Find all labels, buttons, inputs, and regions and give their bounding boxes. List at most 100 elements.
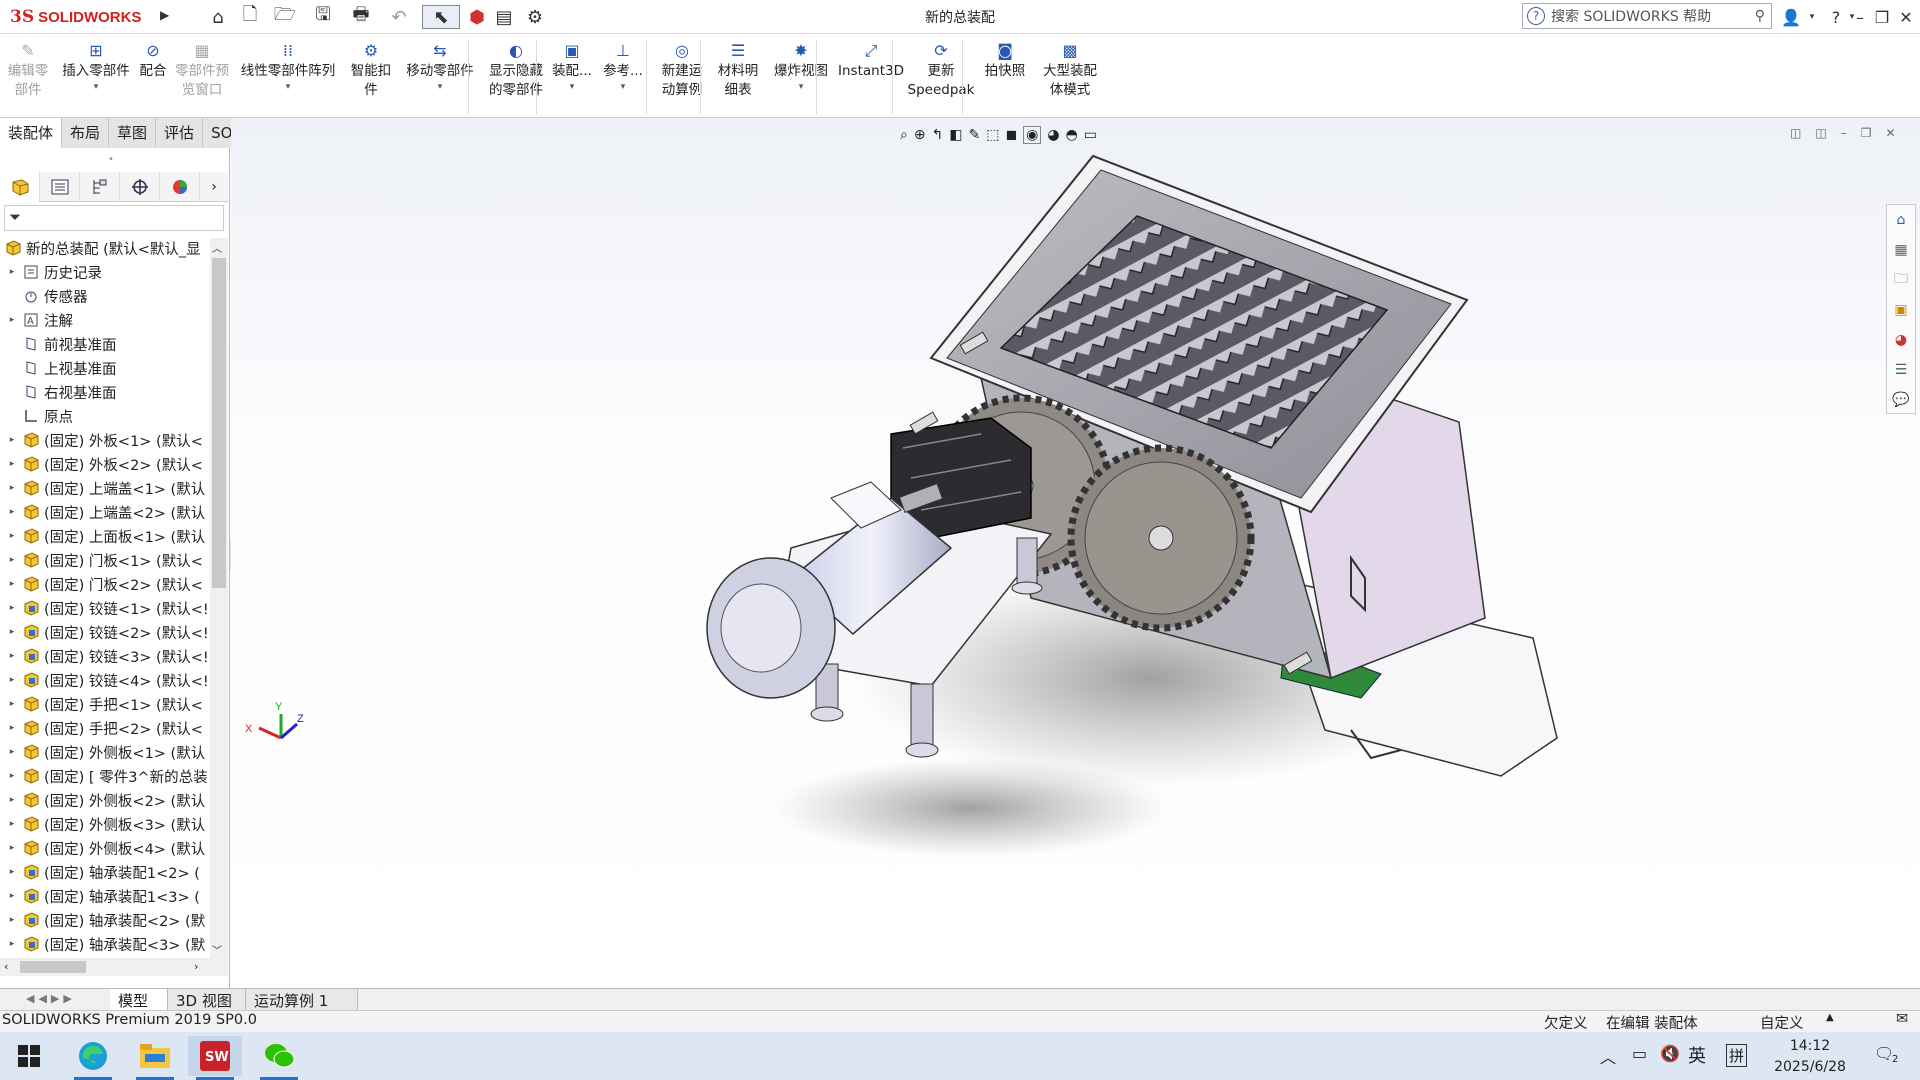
section-view-icon[interactable]: ◧ bbox=[949, 127, 962, 143]
minimize-icon[interactable]: – bbox=[1848, 5, 1872, 29]
tree-item[interactable]: ▸ (固定) 铰链<1> (默认<! bbox=[0, 596, 210, 620]
scroll-down-icon[interactable]: ﹀ bbox=[212, 942, 222, 957]
expand-arrow-icon[interactable]: ▸ bbox=[6, 435, 18, 445]
units-selector[interactable]: 自定义 bbox=[1760, 1012, 1804, 1033]
panel-grip-icon[interactable]: • bbox=[108, 154, 114, 165]
panel-tabs-more-icon[interactable]: › bbox=[200, 172, 228, 202]
dropdown-arrow-icon[interactable]: ▾ bbox=[94, 81, 99, 93]
ribbon-button-2[interactable]: ⊞ 插入零部件 ▾ bbox=[58, 40, 134, 93]
feature-manager-tab-icon[interactable] bbox=[0, 172, 40, 202]
configuration-manager-tab-icon[interactable] bbox=[80, 172, 120, 202]
home-icon[interactable]: ⌂ bbox=[206, 5, 230, 29]
ribbon-button-4[interactable]: ▦ 零部件预 览窗口 bbox=[172, 40, 232, 100]
tile-right-icon[interactable]: ◫ bbox=[1815, 126, 1826, 140]
ime-mode[interactable]: 拼 bbox=[1726, 1044, 1748, 1067]
tree-item[interactable]: ▸ (固定) 铰链<3> (默认<! bbox=[0, 644, 210, 668]
ribbon-button-7[interactable]: ⇆ 移动零部件 ▾ bbox=[398, 40, 482, 93]
expand-arrow-icon[interactable]: ▸ bbox=[6, 939, 18, 949]
tab-scroll-arrows-icon[interactable]: ◀◀▶▶ bbox=[26, 992, 76, 1005]
tree-item[interactable]: ▸ (固定) 上面板<1> (默认 bbox=[0, 524, 210, 548]
horizontal-scroll-thumb[interactable] bbox=[20, 961, 86, 973]
ribbon-button-14[interactable]: ⤢ Instant3D bbox=[836, 40, 906, 81]
edit-appearance-icon[interactable]: ◕ bbox=[1047, 127, 1059, 143]
expand-arrow-icon[interactable]: ▸ bbox=[6, 267, 18, 277]
ribbon-button-9[interactable]: ▣ 装配... ▾ bbox=[550, 40, 594, 93]
save-icon[interactable]: 🖫 bbox=[308, 4, 338, 29]
select-icon[interactable]: ⬉ bbox=[422, 5, 460, 29]
bottom-tab-2[interactable]: 3D 视图 bbox=[168, 989, 246, 1011]
graphics-area[interactable]: X Y Z bbox=[231, 118, 1920, 988]
tree-item[interactable]: ▸ (固定) 上端盖<2> (默认 bbox=[0, 500, 210, 524]
view-palette-icon[interactable]: ▣ bbox=[1887, 295, 1915, 325]
tree-item[interactable]: ▸ (固定) 外板<1> (默认< bbox=[0, 428, 210, 452]
expand-arrow-icon[interactable]: ▸ bbox=[6, 795, 18, 805]
apply-scene-icon[interactable]: ◓ bbox=[1066, 127, 1078, 143]
dimxpert-tab-icon[interactable] bbox=[120, 172, 160, 202]
dropdown-arrow-icon[interactable]: ▾ bbox=[570, 81, 575, 93]
hide-show-items-icon[interactable]: ◉ bbox=[1023, 126, 1042, 144]
display-style-icon[interactable]: ◼ bbox=[1006, 127, 1018, 143]
tree-item[interactable]: ▸ (固定) 轴承装配1<2> ( bbox=[0, 860, 210, 884]
file-explorer-taskbar-icon[interactable] bbox=[128, 1036, 182, 1080]
open-document-icon[interactable]: 🗁 bbox=[270, 4, 300, 29]
expand-arrow-icon[interactable]: ▸ bbox=[6, 843, 18, 853]
previous-view-icon[interactable]: ↰ bbox=[932, 127, 944, 143]
dropdown-arrow-icon[interactable]: ▾ bbox=[438, 81, 443, 93]
display-manager-tab-icon[interactable] bbox=[160, 172, 200, 202]
ribbon-button-10[interactable]: ⊥ 参考... ▾ bbox=[598, 40, 648, 93]
close-icon[interactable]: ✕ bbox=[1894, 5, 1918, 29]
tab-4[interactable]: 评估 bbox=[156, 118, 204, 148]
search-icon[interactable]: ⚲ bbox=[1755, 8, 1765, 24]
edge-browser-icon[interactable] bbox=[66, 1036, 120, 1080]
tree-item[interactable]: ▸ (固定) 外侧板<3> (默认 bbox=[0, 812, 210, 836]
forum-icon[interactable]: 💬 bbox=[1887, 385, 1915, 415]
design-library-icon[interactable]: ▦ bbox=[1887, 235, 1915, 265]
expand-arrow-icon[interactable]: ▸ bbox=[6, 771, 18, 781]
tile-left-icon[interactable]: ◫ bbox=[1790, 126, 1801, 140]
tree-item[interactable]: ▸ 历史记录 bbox=[0, 260, 210, 284]
view-settings-icon[interactable]: ▭ bbox=[1084, 127, 1097, 143]
tab-3[interactable]: 草图 bbox=[109, 118, 157, 148]
expand-arrow-icon[interactable]: ▸ bbox=[6, 315, 18, 325]
view-orientation-icon[interactable]: ⬚ bbox=[986, 127, 999, 143]
user-dropdown-icon[interactable]: ▾ bbox=[1806, 5, 1818, 29]
dropdown-arrow-icon[interactable]: ▾ bbox=[621, 81, 626, 93]
tree-item[interactable]: ▸ (固定) 外侧板<4> (默认 bbox=[0, 836, 210, 860]
resources-home-icon[interactable]: ⌂ bbox=[1887, 205, 1915, 235]
expand-arrow-icon[interactable]: ▸ bbox=[6, 819, 18, 829]
menu-expand-icon[interactable]: ▶ bbox=[160, 8, 170, 26]
expand-arrow-icon[interactable]: ▸ bbox=[6, 627, 18, 637]
expand-arrow-icon[interactable]: ▸ bbox=[6, 579, 18, 589]
user-icon[interactable]: 👤 bbox=[1780, 5, 1802, 29]
help-menu-icon[interactable]: ? bbox=[1826, 5, 1846, 29]
viewport-minimize-icon[interactable]: – bbox=[1841, 126, 1847, 140]
expand-arrow-icon[interactable]: ▸ bbox=[6, 459, 18, 469]
expand-arrow-icon[interactable]: ▸ bbox=[6, 915, 18, 925]
restore-icon[interactable]: ❐ bbox=[1870, 5, 1894, 29]
tree-item[interactable]: ▸ (固定) 门板<2> (默认< bbox=[0, 572, 210, 596]
expand-arrow-icon[interactable]: ▸ bbox=[6, 483, 18, 493]
tray-expand-icon[interactable]: ︿ bbox=[1600, 1044, 1616, 1068]
expand-arrow-icon[interactable]: ▸ bbox=[6, 555, 18, 565]
bottom-tab-3[interactable]: 运动算例 1 bbox=[246, 989, 358, 1011]
tree-item[interactable]: ▸ (固定) 铰链<4> (默认<! bbox=[0, 668, 210, 692]
bottom-tab-1[interactable]: 模型 bbox=[110, 989, 168, 1011]
expand-arrow-icon[interactable]: ▸ bbox=[6, 603, 18, 613]
tree-item[interactable]: ▸ (固定) 铰链<2> (默认<! bbox=[0, 620, 210, 644]
tree-item[interactable]: ▸ A 注解 bbox=[0, 308, 210, 332]
expand-arrow-icon[interactable]: ▸ bbox=[6, 867, 18, 877]
tree-item[interactable]: ▸ (固定) 轴承装配1<3> ( bbox=[0, 884, 210, 908]
expand-arrow-icon[interactable]: ▸ bbox=[6, 651, 18, 661]
tree-item[interactable]: 上视基准面 bbox=[0, 356, 210, 380]
scroll-up-icon[interactable]: ︿ bbox=[212, 240, 222, 255]
tree-item[interactable]: ▸ (固定) 外侧板<2> (默认 bbox=[0, 788, 210, 812]
volume-muted-icon[interactable]: 🔇 bbox=[1660, 1044, 1680, 1063]
tree-root[interactable]: 新的总装配 (默认<默认_显 bbox=[0, 236, 210, 260]
solidworks-logo[interactable]: 3S SOLIDWORKS bbox=[10, 2, 158, 32]
tree-item[interactable]: ▸ (固定) 门板<1> (默认< bbox=[0, 548, 210, 572]
scroll-right-icon[interactable]: › bbox=[194, 960, 198, 973]
viewport-close-icon[interactable]: ✕ bbox=[1885, 126, 1895, 140]
ribbon-button-16[interactable]: ◙ 拍快照 bbox=[980, 40, 1030, 81]
undo-icon[interactable]: ↶ bbox=[384, 5, 414, 29]
ribbon-button-12[interactable]: ☰ 材料明 细表 bbox=[712, 40, 764, 100]
